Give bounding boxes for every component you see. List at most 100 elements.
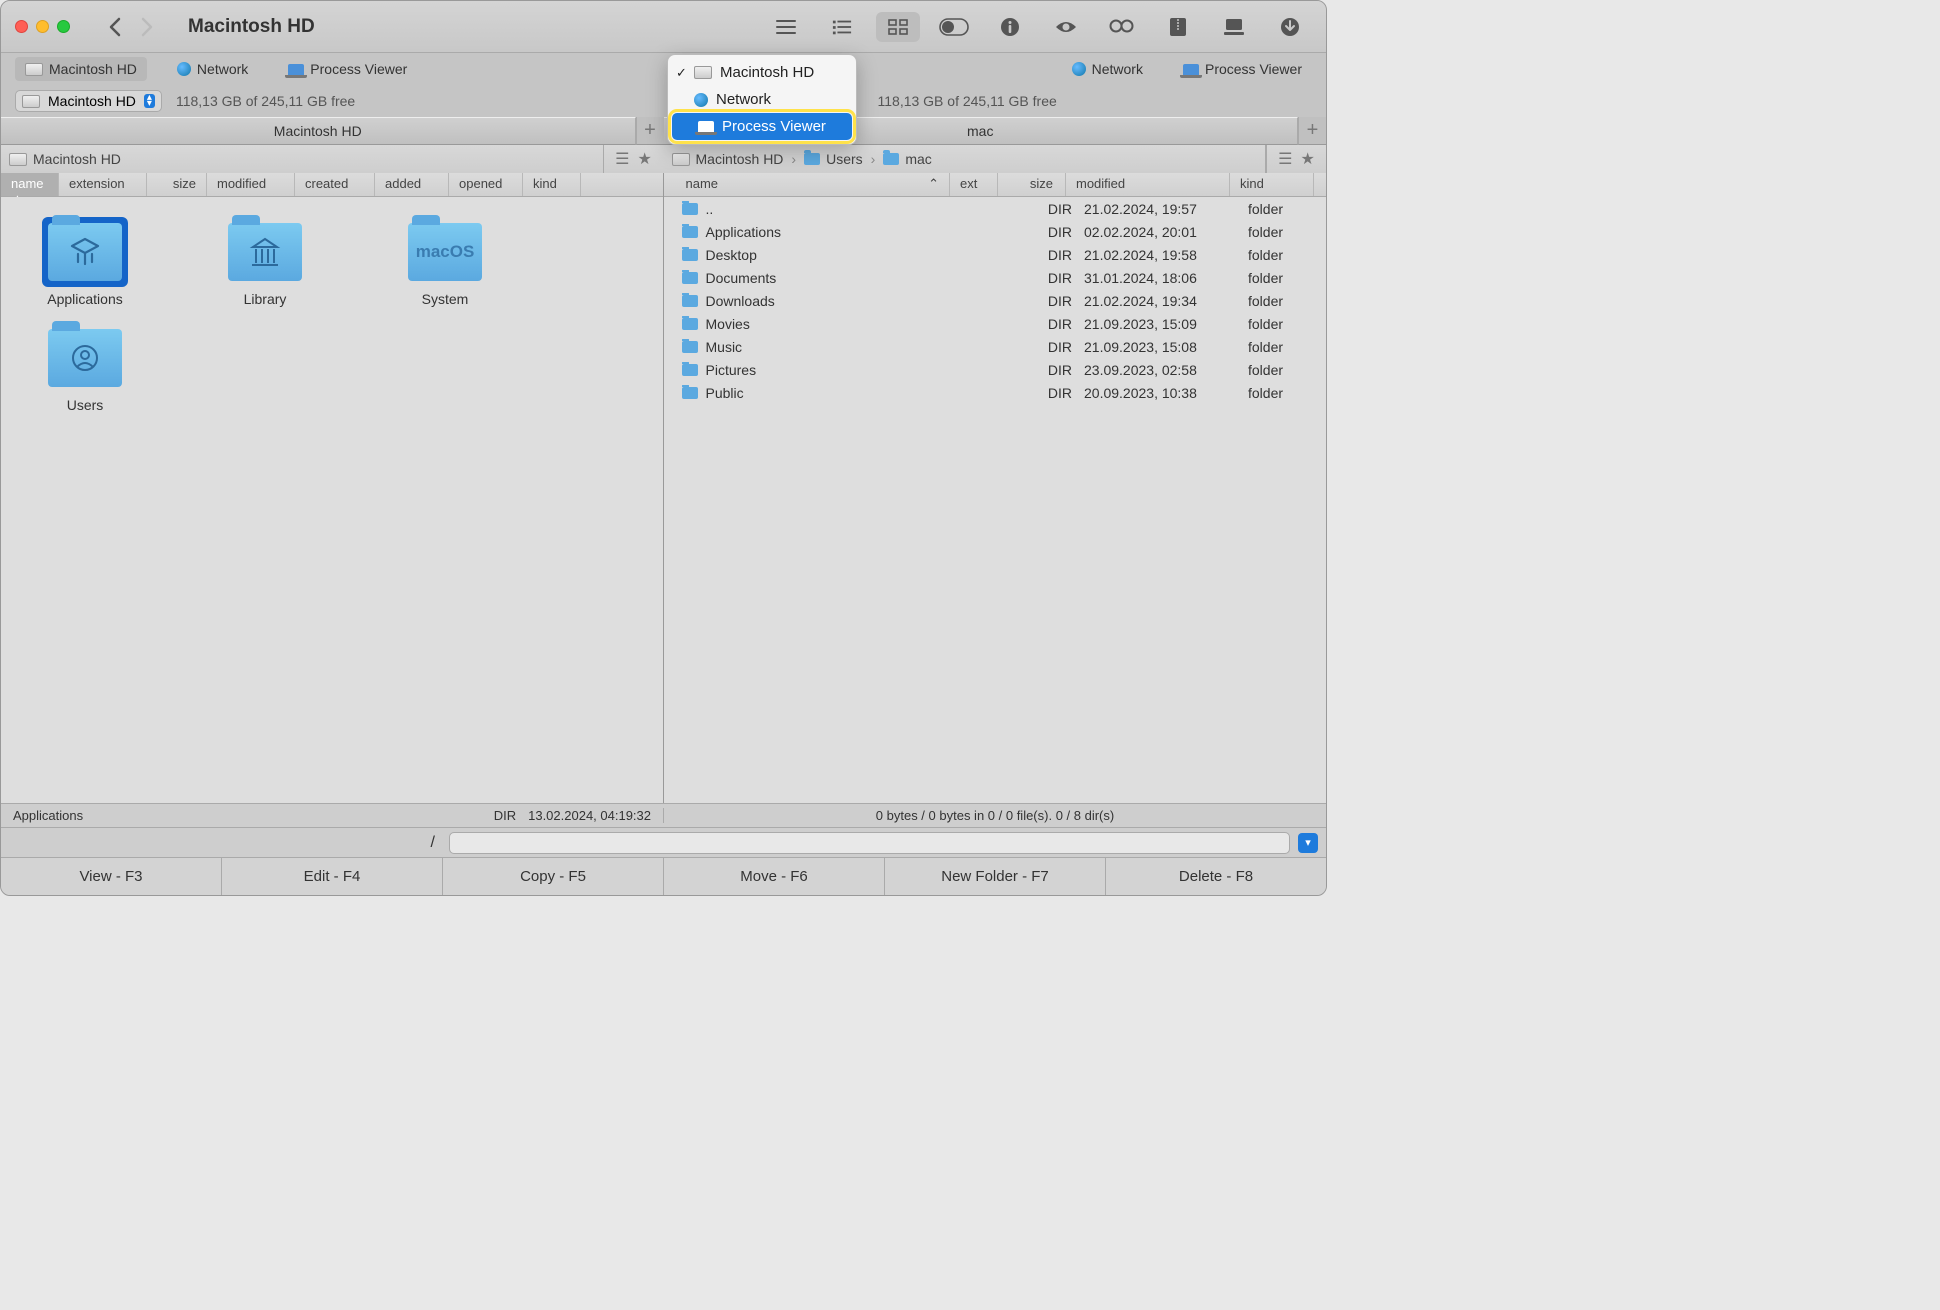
- list-row[interactable]: ApplicationsDIR02.02.2024, 20:01folder: [664, 220, 1327, 243]
- column-header[interactable]: opened: [449, 173, 523, 196]
- window-title: Macintosh HD: [188, 16, 315, 38]
- pane-tabs-row: Macintosh HD + mac +: [1, 117, 1326, 145]
- location-dropdown-menu: Macintosh HD Network Process Viewer: [667, 54, 857, 145]
- cell-kind: folder: [1242, 247, 1326, 263]
- view-columns-icon[interactable]: [820, 12, 864, 42]
- icon-item[interactable]: Applications: [15, 217, 155, 307]
- dropdown-item[interactable]: Macintosh HD: [668, 59, 856, 86]
- folder-icon: [804, 153, 820, 165]
- favorite-tab[interactable]: Network: [167, 57, 258, 81]
- compress-icon[interactable]: [1156, 12, 1200, 42]
- cell-size: DIR: [1010, 385, 1078, 401]
- star-icon[interactable]: ★: [1301, 149, 1315, 169]
- tab-label: Macintosh HD: [49, 61, 137, 77]
- add-tab-button[interactable]: +: [1298, 117, 1326, 145]
- dropdown-label: Process Viewer: [722, 118, 826, 135]
- column-header[interactable]: extension: [59, 173, 147, 196]
- location-dropdown[interactable]: Macintosh HD ▴▾: [15, 90, 162, 112]
- path-dropdown-button[interactable]: ▾: [1298, 833, 1318, 853]
- dropdown-arrows-icon: ▴▾: [144, 94, 155, 108]
- quicklook-icon[interactable]: [1044, 12, 1088, 42]
- column-header[interactable]: kind: [523, 173, 581, 196]
- cell-modified: 23.09.2023, 02:58: [1078, 362, 1242, 378]
- column-header[interactable]: added: [375, 173, 449, 196]
- icon-item[interactable]: Users: [15, 323, 155, 413]
- column-header-name[interactable]: name ▲: [1, 173, 59, 196]
- favorite-tab[interactable]: Network: [1062, 57, 1153, 81]
- list-toggle-icon[interactable]: ☰: [1278, 149, 1292, 169]
- breadcrumb-part: Users: [826, 151, 863, 167]
- cell-size: DIR: [1010, 316, 1078, 332]
- dropdown-label: Network: [716, 91, 771, 108]
- icon-grid[interactable]: Applications Library macOSSystem Users: [1, 197, 663, 803]
- folder-icon: [682, 364, 698, 376]
- favorite-tab[interactable]: Macintosh HD: [15, 57, 147, 81]
- list-row[interactable]: ..DIR21.02.2024, 19:57folder: [664, 197, 1327, 220]
- status-size: DIR: [494, 808, 516, 823]
- favorite-tab[interactable]: Process Viewer: [1173, 57, 1312, 81]
- list-view[interactable]: ..DIR21.02.2024, 19:57folderApplications…: [664, 197, 1327, 803]
- list-row[interactable]: DownloadsDIR21.02.2024, 19:34folder: [664, 289, 1327, 312]
- cell-modified: 21.09.2023, 15:08: [1078, 339, 1242, 355]
- close-button[interactable]: [15, 20, 28, 33]
- column-header[interactable]: modified: [1066, 173, 1230, 196]
- column-header[interactable]: created: [295, 173, 375, 196]
- fkey-button[interactable]: New Folder - F7: [885, 858, 1106, 895]
- dropdown-item[interactable]: Network: [668, 86, 856, 113]
- cell-name: Public: [706, 385, 744, 401]
- status-bar: Applications DIR 13.02.2024, 04:19:32 0 …: [1, 803, 1326, 827]
- pane-tab-left[interactable]: Macintosh HD: [1, 117, 636, 145]
- column-header[interactable]: modified: [207, 173, 295, 196]
- breadcrumb-right[interactable]: Macintosh HD › Users › mac: [664, 145, 1267, 173]
- column-header[interactable]: ext: [950, 173, 998, 196]
- list-row[interactable]: DesktopDIR21.02.2024, 19:58folder: [664, 243, 1327, 266]
- column-headers-left: name ▲ extension size modified created a…: [1, 173, 663, 197]
- cell-kind: folder: [1242, 339, 1326, 355]
- location-label: Macintosh HD: [48, 93, 136, 109]
- back-button[interactable]: [108, 17, 122, 37]
- add-tab-button[interactable]: +: [636, 117, 664, 145]
- list-toggle-icon[interactable]: ☰: [615, 149, 629, 169]
- column-header[interactable]: kind: [1230, 173, 1314, 196]
- icon-item[interactable]: macOSSystem: [375, 217, 515, 307]
- toggle-icon[interactable]: [932, 12, 976, 42]
- path-input[interactable]: [449, 832, 1290, 854]
- info-icon[interactable]: [988, 12, 1032, 42]
- fkey-button[interactable]: Edit - F4: [222, 858, 443, 895]
- star-icon[interactable]: ★: [638, 149, 652, 169]
- column-header[interactable]: size: [998, 173, 1066, 196]
- view-icons-icon[interactable]: [876, 12, 920, 42]
- cell-size: DIR: [1010, 247, 1078, 263]
- laptop-icon: [1183, 64, 1199, 75]
- folder-icon: macOS: [408, 223, 482, 281]
- fkey-button[interactable]: View - F3: [1, 858, 222, 895]
- minimize-button[interactable]: [36, 20, 49, 33]
- globe-icon: [177, 62, 191, 76]
- fkey-button[interactable]: Move - F6: [664, 858, 885, 895]
- folder-icon: [883, 153, 899, 165]
- view-list-icon[interactable]: [764, 12, 808, 42]
- search-icon[interactable]: [1100, 12, 1144, 42]
- list-row[interactable]: PicturesDIR23.09.2023, 02:58folder: [664, 358, 1327, 381]
- fkey-button[interactable]: Copy - F5: [443, 858, 664, 895]
- favorite-tab[interactable]: Process Viewer: [278, 57, 417, 81]
- disk-free-label: 118,13 GB of 245,11 GB free: [878, 93, 1057, 109]
- breadcrumb-left[interactable]: Macintosh HD: [1, 145, 604, 173]
- breadcrumb-part: mac: [905, 151, 931, 167]
- network-icon[interactable]: [1212, 12, 1256, 42]
- fkey-button[interactable]: Delete - F8: [1106, 858, 1326, 895]
- column-header-name[interactable]: name⌃: [676, 173, 951, 196]
- list-row[interactable]: PublicDIR20.09.2023, 10:38folder: [664, 381, 1327, 404]
- zoom-button[interactable]: [57, 20, 70, 33]
- download-icon[interactable]: [1268, 12, 1312, 42]
- list-row[interactable]: DocumentsDIR31.01.2024, 18:06folder: [664, 266, 1327, 289]
- dropdown-item[interactable]: Process Viewer: [672, 113, 852, 140]
- icon-label: Library: [244, 291, 287, 307]
- list-row[interactable]: MoviesDIR21.09.2023, 15:09folder: [664, 312, 1327, 335]
- tab-label: Process Viewer: [1205, 61, 1302, 77]
- column-header[interactable]: size: [147, 173, 207, 196]
- icon-item[interactable]: Library: [195, 217, 335, 307]
- list-row[interactable]: MusicDIR21.09.2023, 15:08folder: [664, 335, 1327, 358]
- traffic-lights: [15, 20, 70, 33]
- forward-button[interactable]: [140, 17, 154, 37]
